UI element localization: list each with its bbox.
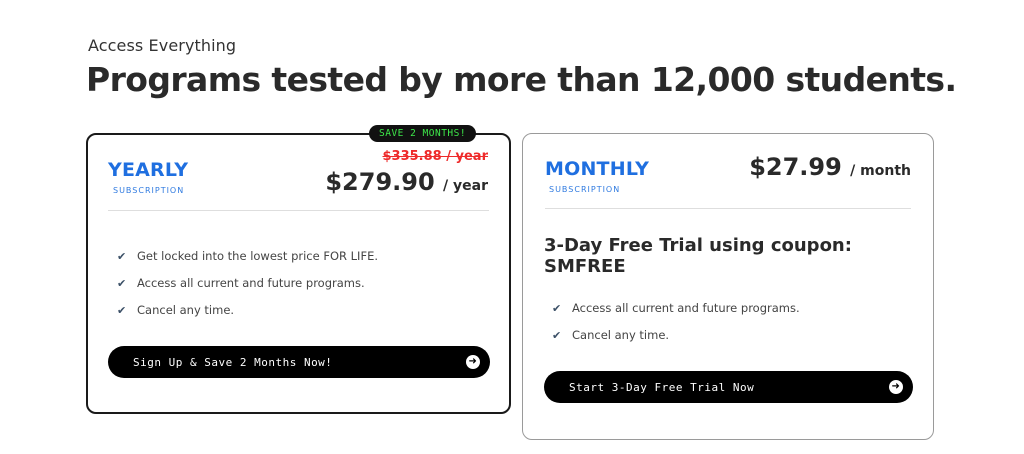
yearly-feature: ✔ Access all current and future programs… <box>117 276 365 290</box>
monthly-feature-text: Access all current and future programs. <box>572 301 800 315</box>
monthly-divider <box>545 208 911 209</box>
eyebrow-label: Access Everything <box>88 36 237 55</box>
yearly-feature: ✔ Cancel any time. <box>117 303 234 317</box>
arrow-right-circle-icon: ➜ <box>889 380 903 394</box>
monthly-feature-text: Cancel any time. <box>572 328 670 342</box>
yearly-feature-text: Access all current and future programs. <box>137 276 365 290</box>
yearly-signup-button-label: Sign Up & Save 2 Months Now! <box>133 355 333 369</box>
yearly-plan-subtitle: SUBSCRIPTION <box>113 186 185 195</box>
monthly-trial-button-label: Start 3-Day Free Trial Now <box>569 380 755 394</box>
monthly-price: $27.99 / month <box>749 153 911 181</box>
monthly-plan-subtitle: SUBSCRIPTION <box>549 185 621 194</box>
yearly-feature-text: Cancel any time. <box>137 303 235 317</box>
monthly-feature: ✔ Access all current and future programs… <box>552 301 800 315</box>
check-icon: ✔ <box>552 328 562 342</box>
yearly-plan-name: YEARLY <box>108 159 189 181</box>
monthly-price-amount: $27.99 <box>749 153 842 181</box>
check-icon: ✔ <box>117 303 127 317</box>
trial-title-line1: 3-Day Free Trial using coupon: <box>544 235 852 256</box>
yearly-price: $279.90 / year <box>325 168 488 196</box>
yearly-divider <box>108 210 489 211</box>
save-badge: SAVE 2 MONTHS! <box>369 125 477 142</box>
yearly-feature-text: Get locked into the lowest price FOR LIF… <box>137 249 378 263</box>
yearly-plan-card: YEARLY SUBSCRIPTION $335.88 / year $279.… <box>86 133 511 414</box>
monthly-trial-button[interactable]: Start 3-Day Free Trial Now ➜ <box>544 371 913 403</box>
check-icon: ✔ <box>117 276 127 290</box>
yearly-old-price: $335.88 / year <box>382 149 489 164</box>
yearly-feature: ✔ Get locked into the lowest price FOR L… <box>117 249 378 263</box>
check-icon: ✔ <box>117 249 127 263</box>
monthly-price-period: / month <box>850 163 911 179</box>
yearly-price-period: / year <box>443 178 488 194</box>
trial-title-line2: SMFREE <box>544 256 626 277</box>
yearly-price-amount: $279.90 <box>325 168 435 196</box>
check-icon: ✔ <box>552 301 562 315</box>
trial-title: 3-Day Free Trial using coupon: SMFREE <box>544 235 852 277</box>
page-headline: Programs tested by more than 12,000 stud… <box>86 60 957 99</box>
monthly-feature: ✔ Cancel any time. <box>552 328 669 342</box>
arrow-right-circle-icon: ➜ <box>466 355 480 369</box>
monthly-plan-card: MONTHLY SUBSCRIPTION $27.99 / month 3-Da… <box>522 133 934 440</box>
yearly-signup-button[interactable]: Sign Up & Save 2 Months Now! ➜ <box>108 346 490 378</box>
monthly-plan-name: MONTHLY <box>545 158 650 180</box>
